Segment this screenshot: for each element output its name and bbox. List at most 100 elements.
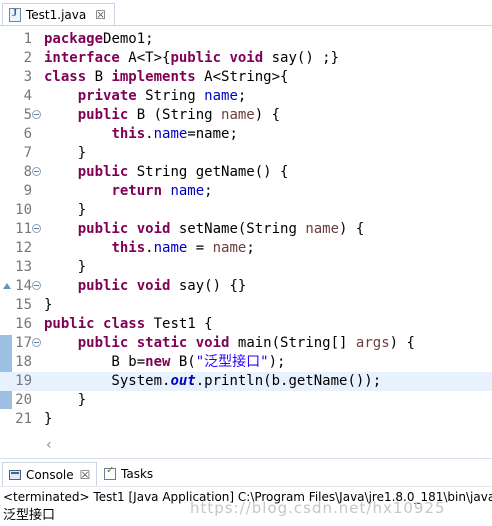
code-text[interactable]: B b=new B("泛型接口"); <box>44 353 285 372</box>
code-text[interactable]: return name; <box>44 182 212 201</box>
code-line[interactable]: 15} <box>0 296 492 315</box>
code-token: B (String <box>128 107 222 123</box>
code-text[interactable]: packageDemo1; <box>44 30 154 49</box>
code-token: private <box>77 88 137 104</box>
fold-collapse-icon[interactable] <box>32 110 41 119</box>
fold-collapse-icon[interactable] <box>32 224 41 233</box>
code-token: ; <box>246 240 255 256</box>
override-marker-icon[interactable] <box>3 283 11 289</box>
code-token: System. <box>44 373 171 389</box>
code-text[interactable]: } <box>44 410 52 429</box>
code-text[interactable]: } <box>44 296 52 315</box>
close-icon[interactable]: ☒ <box>80 468 91 482</box>
code-line[interactable]: 21} <box>0 410 492 429</box>
code-token: this <box>111 126 146 142</box>
code-token: say() {} <box>170 278 247 294</box>
console-output[interactable]: 泛型接口 <box>3 508 55 524</box>
line-number: 12 <box>15 240 32 256</box>
tab-tasks[interactable]: Tasks <box>98 462 159 486</box>
code-token: main(String[] <box>229 335 356 351</box>
code-line[interactable]: 7 } <box>0 144 492 163</box>
code-line[interactable]: 16 public class Test1 { <box>0 315 492 334</box>
code-text[interactable]: public void say() {} <box>44 277 247 296</box>
code-line[interactable]: 1 packageDemo1; <box>0 30 492 49</box>
horizontal-scrollbar[interactable]: ‹ <box>44 436 492 456</box>
code-text[interactable]: class B implements A<String>{ <box>44 68 288 87</box>
code-token: public <box>77 164 129 180</box>
code-line[interactable]: 5 public B (String name) { <box>0 106 492 125</box>
console-tab-bar: Console ☒ Tasks <box>0 458 492 486</box>
code-text[interactable]: } <box>44 144 86 163</box>
code-token: public <box>77 107 129 123</box>
code-token: } <box>44 392 87 408</box>
tab-console[interactable]: Console ☒ <box>2 462 98 486</box>
code-token: return <box>111 183 163 199</box>
code-line[interactable]: 8 public String getName() { <box>0 163 492 182</box>
line-number: 13 <box>15 259 32 275</box>
code-line[interactable]: 6 this.name=name; <box>0 125 492 144</box>
code-text[interactable]: } <box>44 258 86 277</box>
code-token: name <box>170 183 205 199</box>
code-token: setName(String <box>170 221 306 237</box>
code-line[interactable]: 12 this.name = name; <box>0 239 492 258</box>
code-token: name <box>204 88 238 104</box>
code-line[interactable]: 14 public void say() {} <box>0 277 492 296</box>
code-text[interactable]: public void setName(String name) { <box>44 220 365 239</box>
code-token: void <box>136 221 171 237</box>
code-token: implements <box>111 69 196 85</box>
code-token: String <box>136 88 205 104</box>
code-line[interactable]: 3 class B implements A<String>{ <box>0 68 492 87</box>
tab-console-label: Console <box>26 467 74 482</box>
code-token: out <box>170 373 196 389</box>
code-text[interactable]: this.name = name; <box>44 239 255 258</box>
code-editor[interactable]: 1 packageDemo1; 2 interface A<T>{public voi… <box>0 26 492 453</box>
code-token: A<String>{ <box>195 69 289 85</box>
code-token: name <box>212 240 247 256</box>
code-text[interactable]: public class Test1 { <box>44 315 213 334</box>
scroll-left-icon[interactable]: ‹ <box>46 437 52 453</box>
fold-collapse-icon[interactable] <box>32 167 41 176</box>
close-icon[interactable]: ☒ <box>95 8 106 22</box>
code-line[interactable]: 19 System.out.println(b.getName()); <box>0 372 492 391</box>
code-line[interactable]: 9 return name; <box>0 182 492 201</box>
code-text[interactable]: this.name=name; <box>44 125 237 144</box>
code-line[interactable]: 20 } <box>0 391 492 410</box>
code-text[interactable]: public static void main(String[] args) { <box>44 334 415 353</box>
code-token: ) { <box>389 335 415 351</box>
code-token: public <box>77 278 129 294</box>
fold-collapse-icon[interactable] <box>32 338 41 347</box>
code-token: B <box>86 69 112 85</box>
console-icon <box>9 469 21 480</box>
code-token: = <box>187 240 213 256</box>
code-token: ) { <box>254 107 281 123</box>
code-token: } <box>44 145 87 161</box>
code-text[interactable]: public B (String name) { <box>44 106 280 125</box>
code-token: B( <box>170 354 196 370</box>
code-text[interactable]: interface A<T>{public void say() ;} <box>44 49 339 68</box>
code-token: Demo1; <box>103 31 154 47</box>
line-number: 19 <box>15 373 32 389</box>
code-text[interactable]: } <box>44 391 86 410</box>
code-line[interactable]: 13 } <box>0 258 492 277</box>
code-text[interactable]: System.out.println(b.getName()); <box>44 372 381 391</box>
code-line[interactable]: 10 } <box>0 201 492 220</box>
line-number: 1 <box>23 31 32 47</box>
code-line[interactable]: 11 public void setName(String name) { <box>0 220 492 239</box>
fold-collapse-icon[interactable] <box>32 281 41 290</box>
code-line[interactable]: 4 private String name; <box>0 87 492 106</box>
editor-tab-test1-java[interactable]: Test1.java ☒ <box>2 3 115 26</box>
code-line[interactable]: 18 B b=new B("泛型接口"); <box>0 353 492 372</box>
code-line[interactable]: 17 public static void main(String[] args… <box>0 334 492 353</box>
code-line[interactable]: 2 interface A<T>{public void say() ;} <box>0 49 492 68</box>
code-text[interactable]: } <box>44 201 86 220</box>
editor-tab-label: Test1.java <box>26 8 87 22</box>
code-text[interactable]: public String getName() { <box>44 163 289 182</box>
code-token: void <box>136 278 171 294</box>
code-text[interactable]: private String name; <box>44 87 247 106</box>
